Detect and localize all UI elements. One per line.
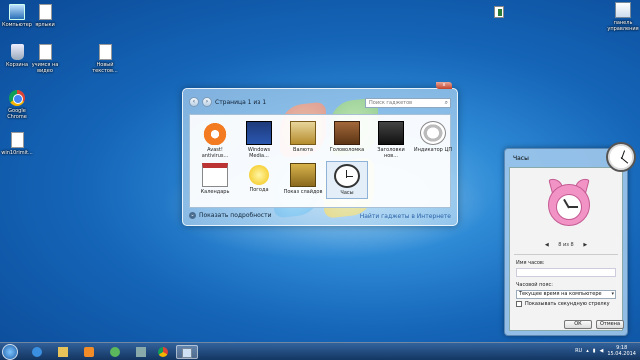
desktop-clock-gadget[interactable] [606,142,636,172]
desktop-icon-win10[interactable]: win10rimit... [0,132,34,156]
gadget-gallery-window: x ‹ › Страница 1 из 1 Поиск гаджетов ⌕ A… [182,82,458,226]
desktop-icon-shortcuts[interactable]: ярлыки [28,4,62,28]
gadget-grid: Avast! antivirus... Windows Media... Вал… [189,114,454,208]
taskbar-app-2[interactable] [130,345,152,359]
clock-style-pager: ◀ 8 из 8 ▶ [544,242,588,248]
gallery-toolbar: ‹ › Страница 1 из 1 Поиск гаджетов ⌕ [189,97,451,109]
language-indicator[interactable]: RU [575,348,582,354]
dialog-title: Часы [513,155,529,162]
gallery-pager: ‹ › Страница 1 из 1 [189,97,266,107]
close-icon[interactable]: x [436,82,452,89]
file-icon [10,132,24,148]
file-icon [38,44,52,60]
search-icon[interactable]: ⌕ [445,99,448,107]
volume-icon[interactable]: ◀ [600,348,604,354]
divider [514,254,618,255]
taskbar-app[interactable] [104,345,126,359]
clock-settings-dialog: Часы ◀ 8 из 8 ▶ Имя часов: Часовой пояс:… [504,148,628,336]
prev-page-button[interactable]: ‹ [189,97,199,107]
gadget-tile[interactable]: Показ слайдов [282,161,324,199]
cancel-button[interactable]: Отмена [596,320,624,329]
slideshow-icon [290,163,316,187]
clock-name-input[interactable] [516,268,616,277]
gadget-tile[interactable]: Погода [238,161,280,199]
ok-button[interactable]: ОК [564,320,592,329]
start-button[interactable] [2,344,18,360]
dialog-body: ◀ 8 из 8 ▶ Имя часов: Часовой пояс: Теку… [509,167,624,331]
document-widget-icon[interactable] [494,6,504,18]
taskbar-media[interactable] [78,345,100,359]
gallery-footer: ⌄ Показать подробности Найти гаджеты в И… [189,210,451,222]
text-file-icon [98,44,112,60]
clock-preview [548,176,590,228]
chrome-icon [9,90,25,106]
checkbox-box[interactable] [516,301,522,307]
gadget-tile[interactable]: Календарь [194,161,236,199]
network-icon[interactable]: ▮ [593,348,596,354]
show-seconds-checkbox[interactable]: Показывать секундную стрелку [516,301,610,307]
avast-icon [202,121,228,145]
media-center-icon [246,121,272,145]
gadget-tile[interactable]: Avast! antivirus... [194,119,236,159]
puzzle-icon [334,121,360,145]
feed-headlines-icon [378,121,404,145]
cpu-meter-icon [420,121,446,145]
get-gadgets-online-link[interactable]: Найти гаджеты в Интернете [360,213,451,220]
taskbar: RU ▴ ▮ ◀ 9:18 15.04.2014 [0,342,640,360]
gadget-tile[interactable]: Windows Media... [238,119,280,159]
gadget-tile-selected[interactable]: Часы [326,161,368,199]
taskbar-chrome[interactable] [152,345,174,359]
system-tray: RU ▴ ▮ ◀ 9:18 15.04.2014 [575,345,636,357]
calendar-icon [202,163,228,187]
desktop-icon-control-panel[interactable]: панель управления [606,2,640,32]
page-indicator: Страница 1 из 1 [215,98,267,106]
computer-icon [9,4,25,20]
weather-icon [249,165,269,185]
control-panel-icon [615,2,631,18]
currency-icon [290,121,316,145]
gadget-tile[interactable]: Заголовки нов... [370,119,412,159]
recycle-bin-icon [10,44,24,60]
gadget-tile[interactable]: Головоломка [326,119,368,157]
taskbar-clock[interactable]: 9:18 15.04.2014 [607,345,636,357]
timezone-label: Часовой пояс: [516,282,553,288]
desktop-icon-video-lessons[interactable]: учимся на видео [28,44,62,74]
chevron-down-icon: ▾ [611,291,614,297]
show-details-toggle[interactable]: ⌄ Показать подробности [189,212,272,219]
file-icon [38,4,52,20]
gadget-tile[interactable]: Индикатор ЦП [412,119,454,157]
taskbar-gadgets[interactable] [176,345,198,359]
chevron-down-icon: ⌄ [189,212,196,219]
gadget-search-input[interactable]: Поиск гаджетов ⌕ [365,98,451,108]
timezone-select[interactable]: Текущее время на компьютере ▾ [516,290,616,299]
taskbar-ie[interactable] [26,345,48,359]
prev-style-button[interactable]: ◀ [545,242,549,248]
next-style-button[interactable]: ▶ [583,242,587,248]
clock-name-label: Имя часов: [516,260,545,266]
chevron-up-icon[interactable]: ▴ [586,348,589,354]
desktop-icon-chrome[interactable]: Google Chrome [0,90,34,120]
taskbar-explorer[interactable] [52,345,74,359]
desktop-icon-new-text[interactable]: Новый текстов... [88,44,122,74]
gadget-tile[interactable]: Валюта [282,119,324,157]
next-page-button[interactable]: › [202,97,212,107]
clock-icon [334,164,360,188]
